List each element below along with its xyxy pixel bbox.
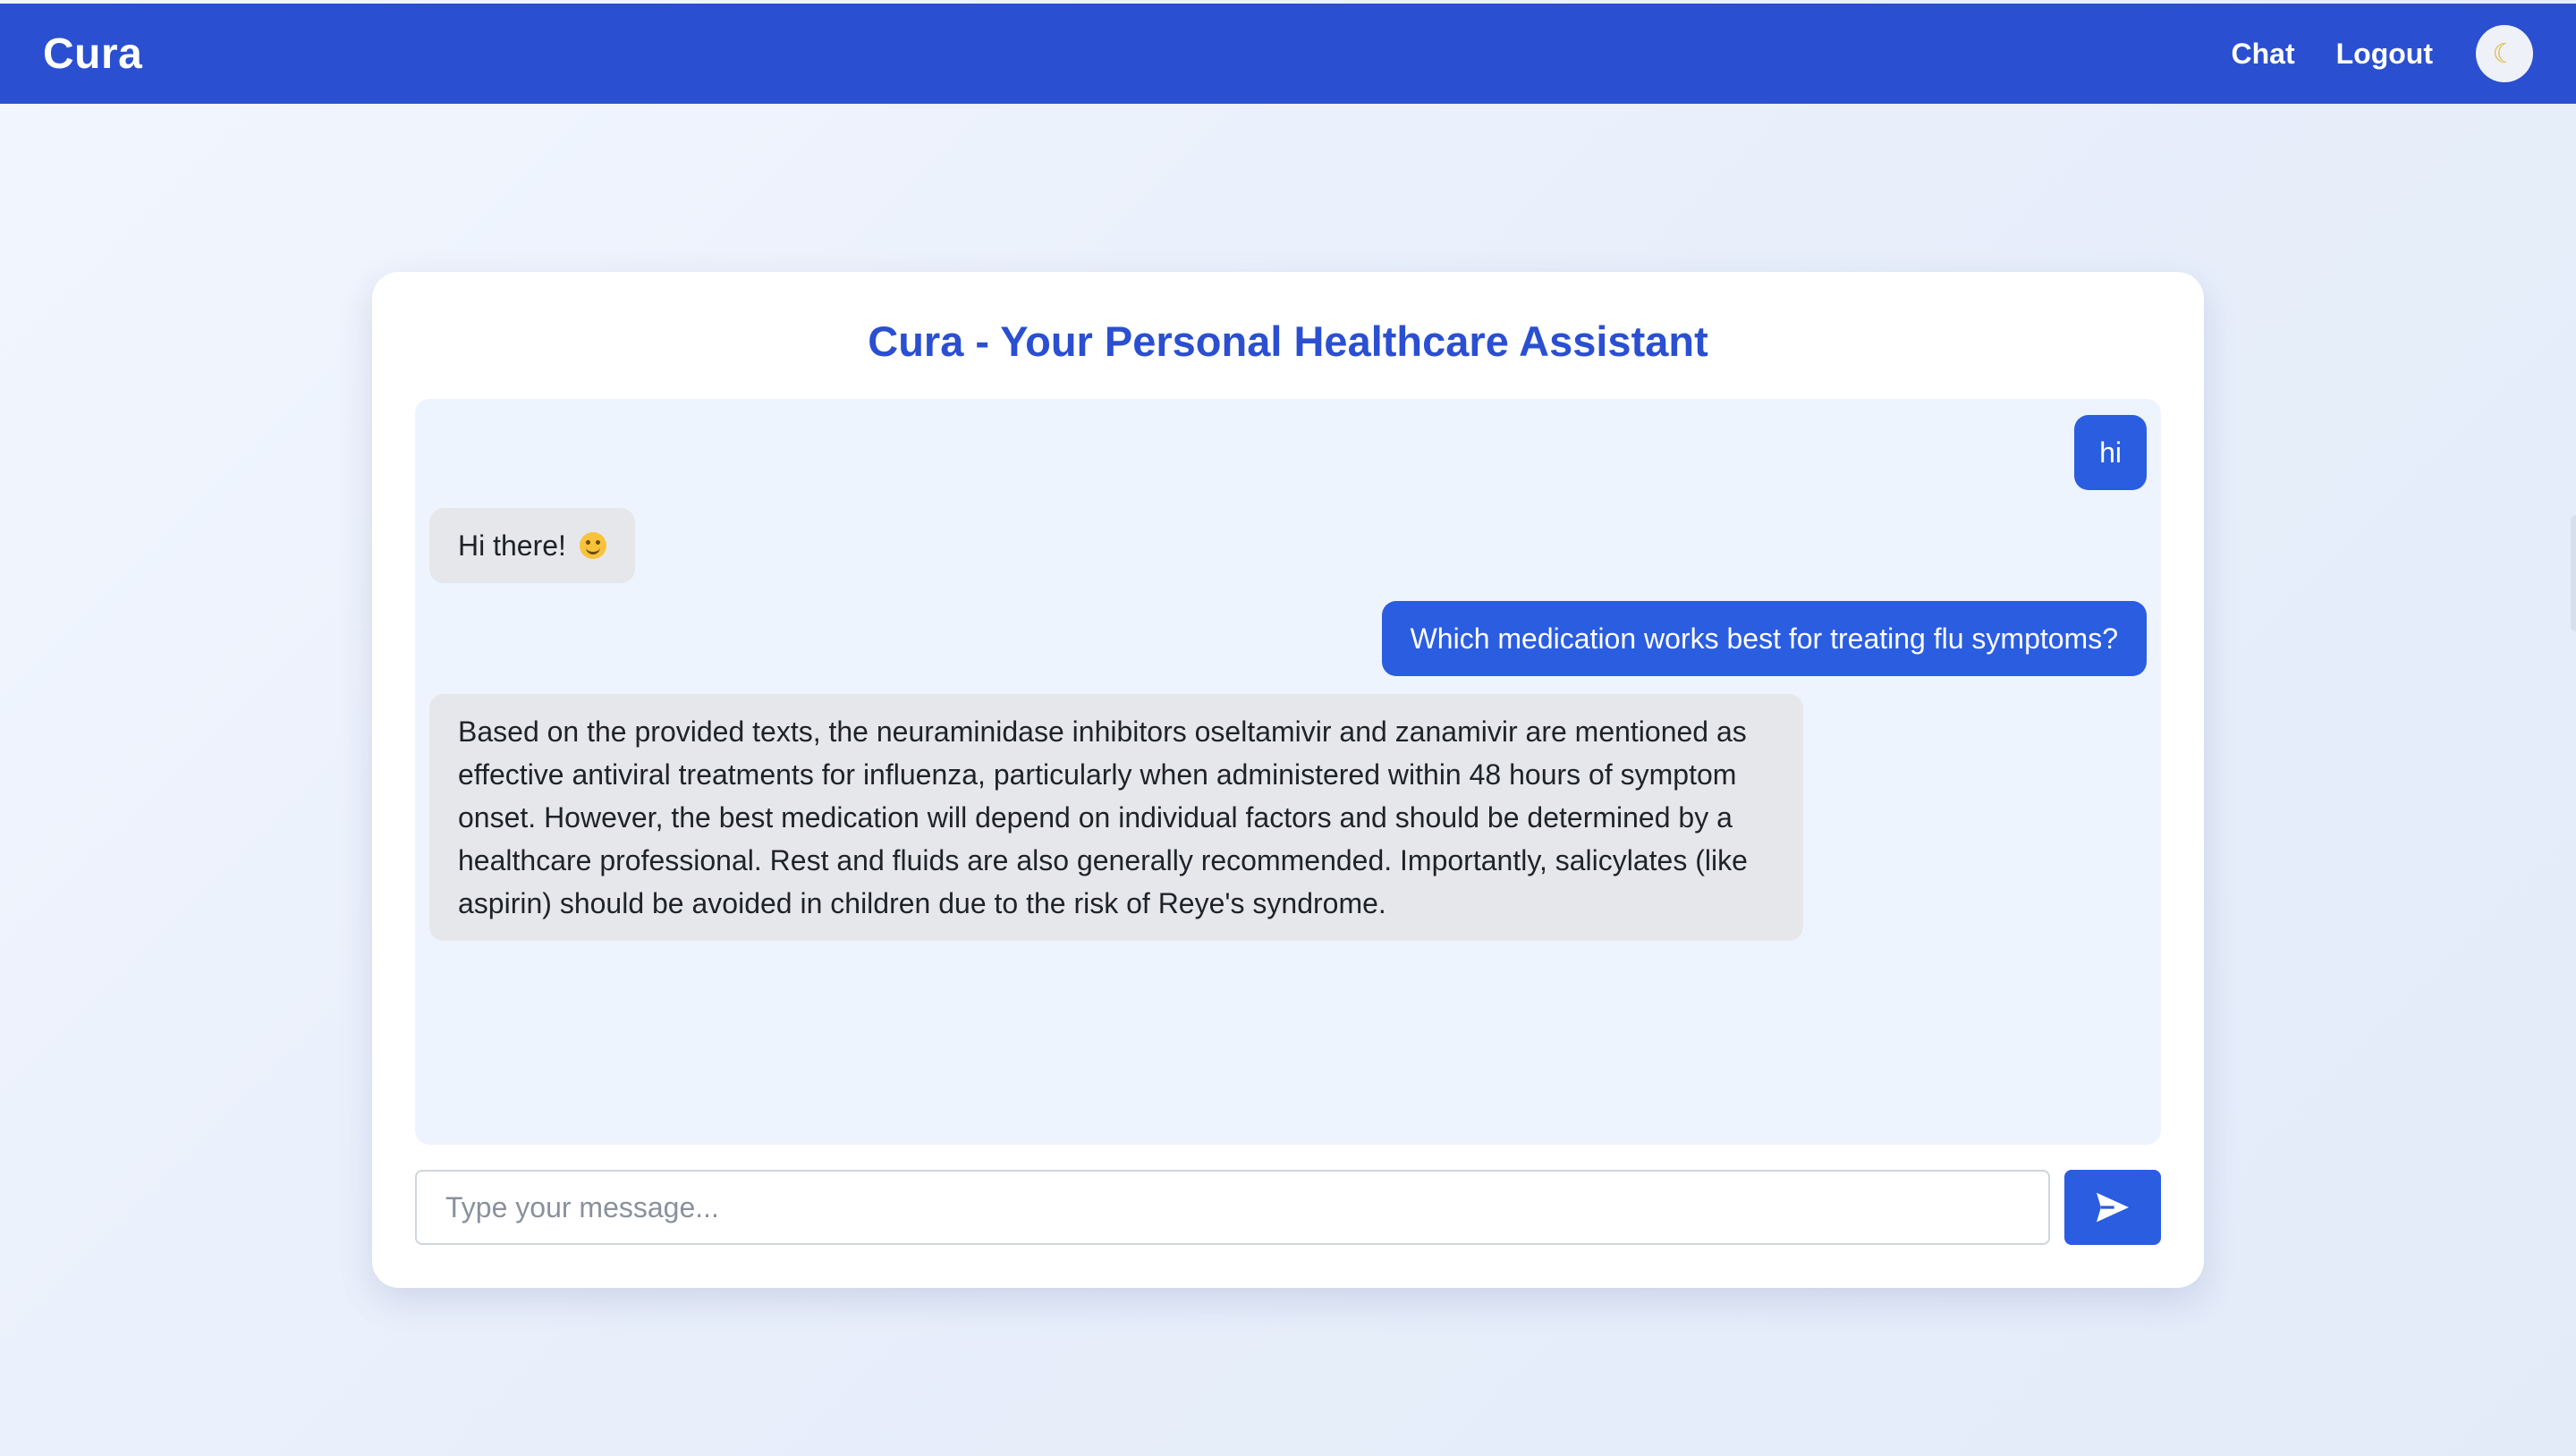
- moon-icon: ☾: [2492, 38, 2517, 69]
- nav-logout-link[interactable]: Logout: [2336, 38, 2433, 71]
- message-text: Based on the provided texts, the neurami…: [458, 715, 1748, 919]
- assistant-message: Hi there!: [429, 508, 635, 583]
- nav-chat-link[interactable]: Chat: [2232, 38, 2295, 71]
- chat-title: Cura - Your Personal Healthcare Assistan…: [868, 317, 1708, 365]
- send-button[interactable]: [2064, 1170, 2161, 1245]
- user-message: hi: [2074, 415, 2147, 490]
- message-text: Which medication works best for treating…: [1410, 622, 2118, 655]
- nav-menu: Chat Logout ☾: [2232, 25, 2533, 82]
- message-text: Hi there!: [458, 529, 566, 562]
- assistant-message: Based on the provided texts, the neurami…: [429, 694, 1803, 941]
- chat-card: Cura - Your Personal Healthcare Assistan…: [372, 272, 2204, 1288]
- top-nav-bar: Cura Chat Logout ☾: [0, 4, 2576, 104]
- user-message: Which medication works best for treating…: [1381, 601, 2147, 676]
- message-text: hi: [2099, 436, 2122, 469]
- brand-logo[interactable]: Cura: [43, 30, 142, 79]
- message-list[interactable]: hi Hi there! Which medication works best…: [415, 399, 2161, 1145]
- edge-scroll-handle[interactable]: [2571, 515, 2576, 631]
- theme-toggle-button[interactable]: ☾: [2476, 25, 2533, 82]
- send-icon: [2097, 1192, 2129, 1223]
- smiling-face-icon: [579, 532, 606, 559]
- message-composer: [415, 1170, 2161, 1245]
- message-input[interactable]: [415, 1170, 2050, 1245]
